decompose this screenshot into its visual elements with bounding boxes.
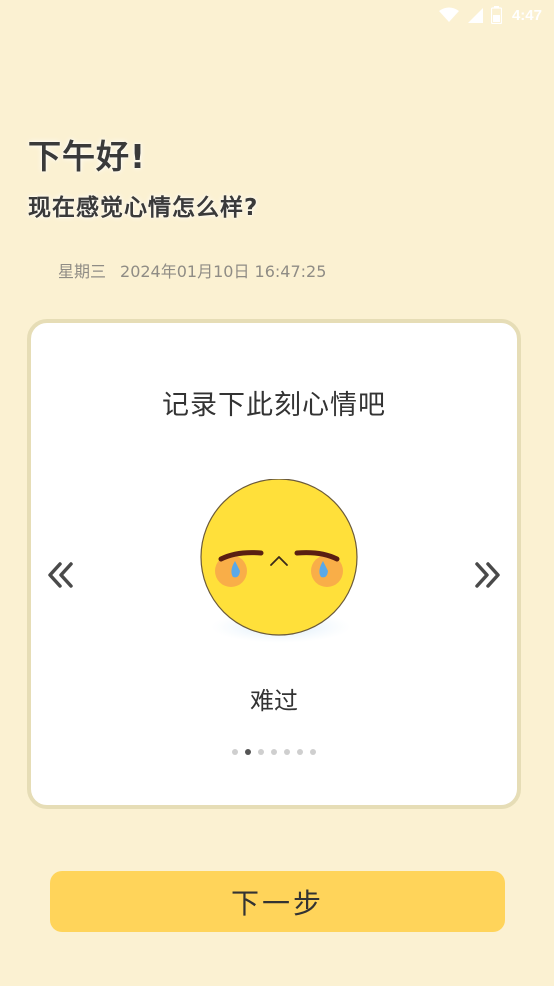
wifi-icon (438, 7, 459, 22)
page-dot[interactable] (310, 749, 316, 755)
status-icons: 4:47 (438, 6, 542, 24)
previous-mood-button[interactable] (41, 555, 81, 595)
page-dot[interactable] (245, 749, 251, 755)
page-indicator (31, 749, 517, 755)
battery-icon (490, 6, 502, 24)
status-time: 4:47 (511, 6, 542, 24)
mood-question: 现在感觉心情怎么样? (28, 195, 259, 221)
page-dot[interactable] (297, 749, 303, 755)
greeting-title: 下午好! (28, 137, 147, 176)
crying-face-icon (200, 478, 358, 643)
weekday-text: 星期三 (58, 262, 107, 281)
date-time-row: 星期三 2024年01月10日 16:47:25 (58, 258, 326, 282)
double-chevron-right-icon (475, 562, 500, 588)
page-dot[interactable] (271, 749, 277, 755)
double-chevron-left-icon (48, 562, 73, 588)
next-step-button[interactable]: 下一步 (50, 871, 505, 932)
mood-emoji[interactable] (199, 478, 359, 649)
page-dot[interactable] (232, 749, 238, 755)
datetime-text: 2024年01月10日 16:47:25 (120, 262, 327, 281)
status-bar: 4:47 (0, 0, 554, 32)
card-title: 记录下此刻心情吧 (162, 390, 386, 421)
signal-icon (467, 8, 483, 23)
page-dot[interactable] (258, 749, 264, 755)
mood-label: 难过 (250, 687, 298, 715)
mood-card: 记录下此刻心情吧 难过 (27, 319, 521, 809)
page-dot[interactable] (284, 749, 290, 755)
next-mood-button[interactable] (467, 555, 507, 595)
